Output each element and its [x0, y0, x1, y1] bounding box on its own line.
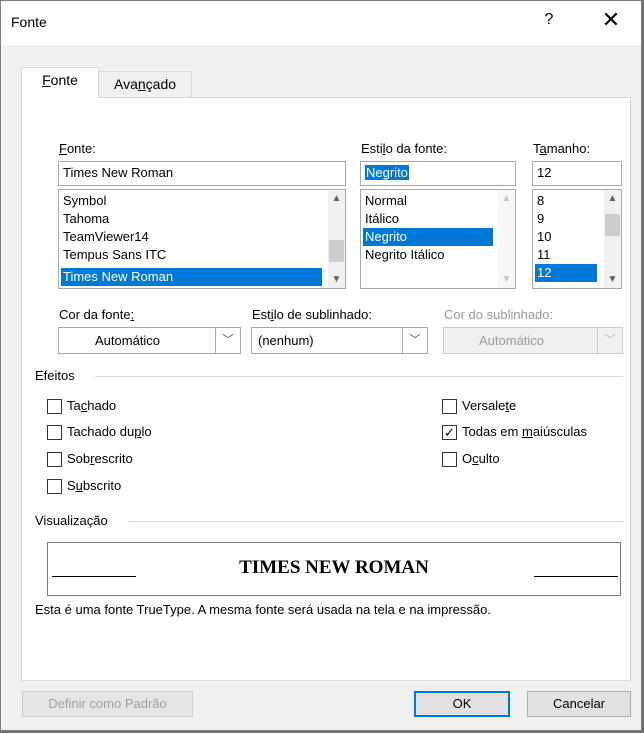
- close-icon[interactable]: ✕: [599, 7, 623, 33]
- scroll-up-icon[interactable]: ▲: [498, 190, 515, 207]
- set-default-button[interactable]: Definir como Padrão: [22, 691, 193, 717]
- list-item[interactable]: TeamViewer14: [61, 228, 323, 246]
- hidden-checkbox[interactable]: [442, 452, 457, 467]
- preview-baseline-right: [534, 576, 618, 577]
- double-strikethrough-label: Tachado duplo: [67, 424, 152, 439]
- tab-fonte[interactable]: Fonte: [21, 67, 99, 98]
- font-color-label: Cor da fonte:: [59, 307, 135, 322]
- list-item[interactable]: Normal: [363, 192, 493, 210]
- list-item[interactable]: Symbol: [61, 192, 323, 210]
- help-icon[interactable]: ?: [539, 11, 559, 29]
- chevron-down-icon[interactable]: ﹀: [402, 328, 427, 353]
- all-caps-label: Todas em maiúsculas: [462, 424, 588, 439]
- effects-heading: Efeitos: [35, 368, 75, 383]
- list-item-selected[interactable]: 12: [535, 264, 597, 282]
- underline-color-label: Cor do sublinhado:: [444, 307, 554, 322]
- font-style-list[interactable]: Normal Itálico Negrito Negrito Itálico ▲…: [360, 189, 516, 289]
- ok-button[interactable]: OK: [414, 691, 510, 717]
- underline-color-value: Automático: [479, 333, 545, 348]
- font-list-scrollbar[interactable]: ▲ ▼: [328, 190, 345, 288]
- font-size-label: Tamanho:: [533, 141, 591, 156]
- underline-style-label: Estilo de sublinhado:: [252, 307, 372, 322]
- scroll-thumb[interactable]: [605, 214, 620, 236]
- tab-label-pre: Ava: [113, 76, 138, 92]
- chevron-down-icon: ﹀: [597, 328, 622, 353]
- list-item[interactable]: Negrito Itálico: [363, 246, 493, 264]
- tab-label-post: onte: [50, 72, 78, 88]
- section-divider: [129, 521, 623, 522]
- font-list[interactable]: Symbol Tahoma TeamViewer14 Tempus Sans I…: [58, 189, 346, 289]
- font-name-input[interactable]: Times New Roman: [58, 161, 346, 186]
- superscript-checkbox[interactable]: [47, 452, 62, 467]
- scroll-down-icon[interactable]: ▼: [498, 271, 515, 288]
- subscript-label: Subscrito: [67, 478, 122, 493]
- preview-heading: Visualização: [35, 513, 108, 528]
- scroll-thumb[interactable]: [329, 240, 344, 262]
- list-item-selected[interactable]: Negrito: [363, 228, 493, 246]
- tab-label-mnemonic: F: [42, 72, 51, 88]
- size-list-scrollbar[interactable]: ▲ ▼: [604, 190, 621, 288]
- list-item[interactable]: 8: [535, 192, 597, 210]
- font-size-list[interactable]: 8 9 10 11 12 ▲ ▼: [532, 189, 622, 289]
- list-item[interactable]: 10: [535, 228, 597, 246]
- check-icon: ✓: [444, 425, 455, 440]
- small-caps-label: Versalete: [462, 398, 517, 413]
- small-caps-checkbox[interactable]: [442, 399, 457, 414]
- font-style-value: Negrito: [365, 165, 409, 180]
- list-item[interactable]: Tempus Sans ITC: [61, 246, 323, 264]
- font-style-label: Estilo da fonte:: [361, 141, 448, 156]
- scroll-up-icon[interactable]: ▲: [604, 190, 621, 207]
- tab-label-post: çado: [145, 76, 177, 92]
- dialog-title: Fonte: [11, 14, 47, 30]
- underline-style-dropdown[interactable]: (nenhum) ﹀: [251, 327, 428, 354]
- font-size-input[interactable]: 12: [532, 161, 622, 186]
- tab-avancado[interactable]: Avançado: [98, 71, 192, 97]
- section-divider: [95, 376, 623, 377]
- double-strikethrough-checkbox[interactable]: [47, 425, 62, 440]
- preview-note: Esta é uma fonte TrueType. A mesma fonte…: [35, 602, 491, 617]
- underline-style-value: (nenhum): [258, 333, 314, 348]
- subscript-checkbox[interactable]: [47, 479, 62, 494]
- strikethrough-label: Tachado: [67, 398, 117, 413]
- superscript-label: Sobrescrito: [67, 451, 133, 466]
- font-label: Fonte:: [59, 141, 96, 156]
- list-item[interactable]: 9: [535, 210, 597, 228]
- strikethrough-checkbox[interactable]: [47, 399, 62, 414]
- font-style-input[interactable]: Negrito: [360, 161, 516, 186]
- style-list-scrollbar[interactable]: ▲ ▼: [498, 190, 515, 288]
- font-dialog: Fonte ? ✕ Fonte Avançado Fonte: Times Ne…: [0, 0, 642, 731]
- preview-box: TIMES NEW ROMAN: [47, 542, 621, 596]
- chevron-down-icon[interactable]: ﹀: [215, 328, 240, 353]
- list-item-selected[interactable]: Times New Roman: [61, 268, 322, 286]
- list-item[interactable]: 11: [535, 246, 597, 264]
- scroll-down-icon[interactable]: ▼: [328, 271, 345, 288]
- hidden-label: Oculto: [462, 451, 500, 466]
- title-bar: Fonte ? ✕: [1, 1, 641, 45]
- all-caps-checkbox[interactable]: ✓: [442, 425, 457, 440]
- cancel-button[interactable]: Cancelar: [527, 691, 631, 717]
- font-color-dropdown[interactable]: Automático ﹀: [58, 327, 241, 354]
- scroll-down-icon[interactable]: ▼: [604, 271, 621, 288]
- list-item[interactable]: Tahoma: [61, 210, 323, 228]
- underline-color-dropdown: Automático ﹀: [443, 327, 623, 354]
- scroll-up-icon[interactable]: ▲: [328, 190, 345, 207]
- list-item[interactable]: Itálico: [363, 210, 493, 228]
- font-color-value: Automático: [95, 333, 161, 348]
- tab-label-mnemonic: n: [137, 76, 146, 92]
